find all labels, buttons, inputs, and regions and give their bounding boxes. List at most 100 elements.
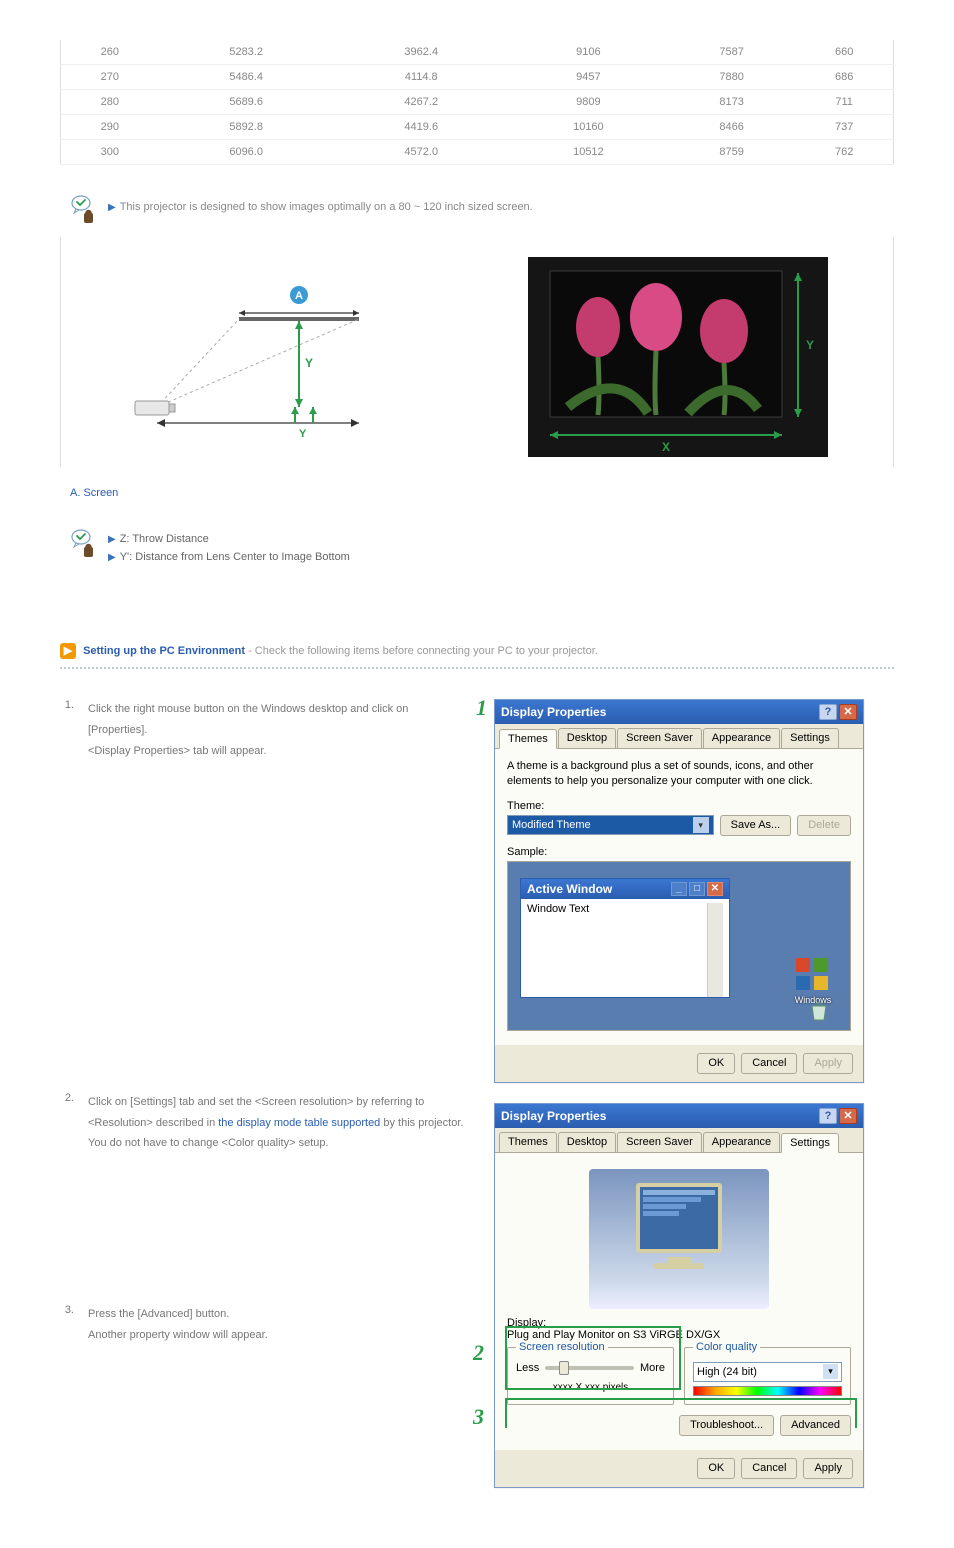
resolution-slider[interactable] (545, 1366, 634, 1370)
maximize-icon: □ (689, 882, 705, 896)
close-button[interactable]: ✕ (839, 704, 857, 720)
table-row: 2705486.44114.894577880686 (61, 65, 894, 90)
sample-label: Sample: (507, 846, 851, 858)
svg-text:Y: Y (299, 428, 307, 440)
tab-desktop[interactable]: Desktop (558, 1132, 616, 1152)
table-cell: 4114.8 (334, 65, 509, 90)
step-number: 2. (60, 1092, 74, 1155)
screen-resolution-group: Screen resolution Less More xxxx X xxx p… (507, 1347, 674, 1405)
dialog-titlebar: Display Properties ? ✕ (495, 700, 863, 724)
theme-value: Modified Theme (512, 819, 591, 831)
minimize-icon: _ (671, 882, 687, 896)
diagram-caption: A. Screen (70, 477, 894, 499)
step-number: 1. (60, 699, 74, 762)
tip-icon (70, 529, 98, 561)
tab-appearance[interactable]: Appearance (703, 728, 780, 748)
table-cell: 9457 (509, 65, 668, 90)
color-bar (693, 1386, 842, 1396)
dialog-title: Display Properties (501, 1109, 606, 1123)
table-cell: 4419.6 (334, 115, 509, 140)
tab-strip: Themes Desktop Screen Saver Appearance S… (495, 724, 863, 749)
troubleshoot-button[interactable]: Troubleshoot... (679, 1415, 774, 1436)
help-button[interactable]: ? (819, 704, 837, 720)
heading-sub: - Check the following items before conne… (248, 645, 598, 657)
advanced-button[interactable]: Advanced (780, 1415, 851, 1436)
marker-3: 3 (473, 1404, 484, 1430)
tab-settings[interactable]: Settings (781, 1133, 839, 1153)
svg-text:Y: Y (806, 338, 814, 352)
apply-button[interactable]: Apply (803, 1053, 853, 1074)
save-as-button[interactable]: Save As... (720, 815, 792, 836)
schematic-diagram: A Y (127, 277, 427, 457)
marker-2: 2 (473, 1340, 484, 1366)
table-cell: 7880 (668, 65, 795, 90)
tab-desktop[interactable]: Desktop (558, 728, 616, 748)
note-text: This projector is designed to show image… (120, 201, 533, 213)
table-cell: 300 (61, 140, 159, 165)
tip-icon (70, 195, 98, 227)
photo-diagram: Y X (528, 257, 828, 457)
table-row: 2805689.64267.298098173711 (61, 90, 894, 115)
bullet-icon: ▶ (108, 202, 116, 213)
tab-appearance[interactable]: Appearance (703, 1132, 780, 1152)
table-cell: 660 (795, 40, 893, 65)
color-quality-group: Color quality High (24 bit) ▾ (684, 1347, 851, 1405)
throw-distance-table: 2605283.23962.4910675876602705486.44114.… (60, 40, 894, 165)
slider-more: More (640, 1362, 665, 1374)
projector-note: ▶ This projector is designed to show imag… (60, 195, 894, 227)
apply-button[interactable]: Apply (803, 1458, 853, 1479)
ok-button[interactable]: OK (697, 1053, 735, 1074)
color-quality-value: High (24 bit) (697, 1366, 757, 1378)
recycle-bin-icon (808, 1000, 830, 1022)
bullet-icon: ▶ (108, 534, 116, 545)
table-cell: 4572.0 (334, 140, 509, 165)
cancel-button[interactable]: Cancel (741, 1458, 797, 1479)
cancel-button[interactable]: Cancel (741, 1053, 797, 1074)
color-quality-combobox[interactable]: High (24 bit) ▾ (693, 1362, 842, 1382)
display-properties-settings-dialog: Display Properties ? ✕ Themes Desktop Sc… (494, 1103, 864, 1488)
step-text: <Display Properties> tab will appear. (88, 745, 267, 757)
table-cell: 8466 (668, 115, 795, 140)
step-text: Another property window will appear. (88, 1329, 268, 1341)
theme-combobox[interactable]: Modified Theme ▾ (507, 815, 714, 835)
help-button[interactable]: ? (819, 1108, 837, 1124)
screen-resolution-legend: Screen resolution (516, 1341, 608, 1353)
step-2: 2. Click on [Settings] tab and set the <… (60, 1092, 464, 1155)
table-cell: 5283.2 (159, 40, 334, 65)
tab-screensaver[interactable]: Screen Saver (617, 1132, 702, 1152)
legend-block: ▶Z: Throw Distance ▶Y': Distance from Le… (60, 529, 894, 563)
table-cell: 4267.2 (334, 90, 509, 115)
tab-themes[interactable]: Themes (499, 1132, 557, 1152)
chevron-down-icon: ▾ (823, 1364, 838, 1379)
legend-y: Y': Distance from Lens Center to Image B… (120, 551, 350, 563)
tab-themes[interactable]: Themes (499, 729, 557, 749)
theme-label: Theme: (507, 800, 851, 812)
tab-strip: Themes Desktop Screen Saver Appearance S… (495, 1128, 863, 1153)
table-cell: 737 (795, 115, 893, 140)
svg-text:X: X (662, 440, 670, 454)
table-row: 3006096.04572.0105128759762 (61, 140, 894, 165)
windows-logo-icon: Windows (794, 956, 832, 994)
step-text: by this projector. (380, 1117, 463, 1129)
table-cell: 762 (795, 140, 893, 165)
svg-text:Y: Y (305, 356, 313, 370)
table-cell: 3962.4 (334, 40, 509, 65)
ok-button[interactable]: OK (697, 1458, 735, 1479)
step-text: Click the right mouse button on the Wind… (88, 703, 408, 736)
close-button[interactable]: ✕ (839, 1108, 857, 1124)
step-1: 1. Click the right mouse button on the W… (60, 699, 464, 762)
slider-less: Less (516, 1362, 539, 1374)
sample-scrollbar (707, 903, 723, 997)
table-cell: 711 (795, 90, 893, 115)
delete-button[interactable]: Delete (797, 815, 851, 836)
step-number: 3. (60, 1304, 74, 1346)
monitor-preview (589, 1169, 769, 1309)
dialog-description: A theme is a background plus a set of so… (507, 759, 851, 790)
display-mode-link[interactable]: the display mode table supported (218, 1117, 380, 1129)
tab-screensaver[interactable]: Screen Saver (617, 728, 702, 748)
table-cell: 10160 (509, 115, 668, 140)
tab-settings[interactable]: Settings (781, 728, 839, 748)
section-heading: ▶ Setting up the PC Environment - Check … (60, 643, 894, 659)
table-cell: 7587 (668, 40, 795, 65)
color-quality-legend: Color quality (693, 1341, 760, 1353)
